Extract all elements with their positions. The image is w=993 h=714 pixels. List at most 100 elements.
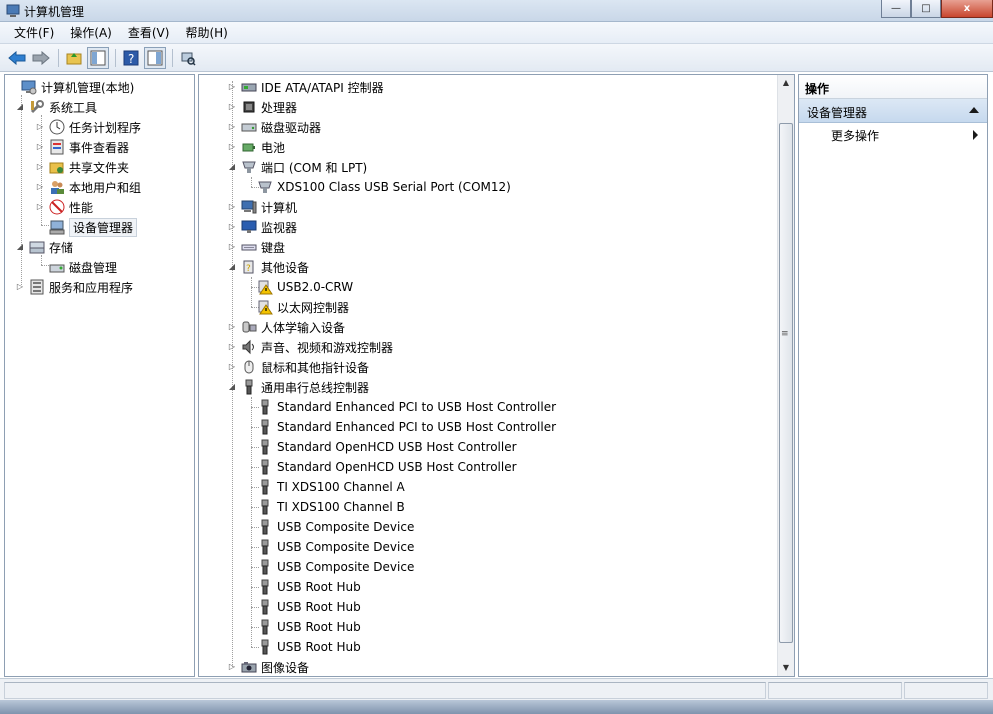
collapsed-arrow-icon[interactable]: ▷ xyxy=(35,182,45,192)
tree-item-event-viewer[interactable]: ▷ 事件查看器 xyxy=(35,137,129,157)
tree-item-system-tools[interactable]: ◢ 系统工具 xyxy=(15,97,97,117)
device-item[interactable]: 以太网控制器 xyxy=(257,297,349,317)
scrollbar-thumb[interactable] xyxy=(779,123,793,643)
svg-text:?: ? xyxy=(128,52,134,66)
collapsed-arrow-icon[interactable]: ▷ xyxy=(35,142,45,152)
collapsed-arrow-icon[interactable]: ▷ xyxy=(227,142,237,152)
device-category[interactable]: ▷ 磁盘驱动器 xyxy=(227,117,321,137)
device-item[interactable]: XDS100 Class USB Serial Port (COM12) xyxy=(257,177,511,197)
device-category[interactable]: ▷ 电池 xyxy=(227,137,285,157)
tree-item-performance[interactable]: ▷ 性能 xyxy=(35,197,93,217)
expanded-arrow-icon[interactable]: ◢ xyxy=(15,102,25,112)
tree-item-storage[interactable]: ◢ 存储 xyxy=(15,237,73,257)
collapsed-arrow-icon[interactable]: ▷ xyxy=(227,322,237,332)
back-button[interactable] xyxy=(6,47,28,69)
device-category[interactable]: ▷ IDE ATA/ATAPI 控制器 xyxy=(227,77,384,97)
clock-icon xyxy=(49,119,65,135)
collapsed-arrow-icon[interactable]: ▷ xyxy=(227,122,237,132)
device-label: 人体学输入设备 xyxy=(261,320,346,335)
tree-item-shared-folders[interactable]: ▷ 共享文件夹 xyxy=(35,157,129,177)
tree-item-local-users-groups[interactable]: ▷ 本地用户和组 xyxy=(35,177,141,197)
device-category[interactable]: ▷ 图像设备 xyxy=(227,657,309,676)
device-item[interactable]: USB Root Hub xyxy=(257,597,361,617)
collapsed-arrow-icon[interactable]: ▷ xyxy=(15,282,25,292)
up-one-level-button[interactable] xyxy=(63,47,85,69)
device-item[interactable]: USB Root Hub xyxy=(257,617,361,637)
usb-icon xyxy=(257,459,273,475)
device-item[interactable]: Standard Enhanced PCI to USB Host Contro… xyxy=(257,417,556,437)
tree-item-task-scheduler[interactable]: ▷ 任务计划程序 xyxy=(35,117,141,137)
expanded-arrow-icon[interactable]: ◢ xyxy=(227,262,237,272)
device-item[interactable]: USB Composite Device xyxy=(257,537,414,557)
device-category[interactable]: ◢ 通用串行总线控制器 xyxy=(227,377,369,397)
device-tree-pane[interactable]: ▷ IDE ATA/ATAPI 控制器 ▷ 处理器 ▷ 磁盘驱动器 ▷ 电池 ◢ 端口 (COM … xyxy=(198,74,795,677)
device-item[interactable]: TI XDS100 Channel B xyxy=(257,497,405,517)
collapse-up-arrow-icon[interactable] xyxy=(969,107,979,113)
scroll-down-arrow-icon[interactable]: ▼ xyxy=(778,660,794,676)
device-category[interactable]: ▷ 鼠标和其他指针设备 xyxy=(227,357,369,377)
tree-item-computer-management[interactable]: 计算机管理(本地) xyxy=(7,77,134,97)
scan-hardware-button[interactable] xyxy=(177,47,199,69)
collapsed-arrow-icon[interactable]: ▷ xyxy=(227,242,237,252)
forward-button[interactable] xyxy=(30,47,52,69)
show-hide-action-pane-button[interactable] xyxy=(144,46,166,69)
menu-help[interactable]: 帮助(H) xyxy=(179,22,233,43)
minimize-button[interactable]: — xyxy=(881,0,911,18)
device-item[interactable]: USB Composite Device xyxy=(257,517,414,537)
usb-icon xyxy=(257,619,273,635)
more-actions-item[interactable]: 更多操作 xyxy=(799,125,987,145)
close-button[interactable]: x xyxy=(941,0,993,18)
scroll-up-arrow-icon[interactable]: ▲ xyxy=(778,75,794,91)
device-category[interactable]: ▷ 人体学输入设备 xyxy=(227,317,345,337)
device-item[interactable]: USB Root Hub xyxy=(257,637,361,657)
usb-icon xyxy=(257,479,273,495)
device-category[interactable]: ▷ 监视器 xyxy=(227,217,297,237)
device-label: Standard Enhanced PCI to USB Host Contro… xyxy=(277,400,557,414)
collapsed-arrow-icon[interactable]: ▷ xyxy=(227,82,237,92)
show-hide-console-tree-button[interactable] xyxy=(87,46,109,69)
maximize-button[interactable]: □ xyxy=(911,0,941,18)
collapsed-arrow-icon[interactable]: ▷ xyxy=(227,662,237,672)
device-category[interactable]: ▷ 声音、视频和游戏控制器 xyxy=(227,337,393,357)
usb-icon xyxy=(257,559,273,575)
collapsed-arrow-icon[interactable]: ▷ xyxy=(227,202,237,212)
device-category[interactable]: ▷ 计算机 xyxy=(227,197,297,217)
device-category[interactable]: ▷ 键盘 xyxy=(227,237,285,257)
device-item[interactable]: USB Composite Device xyxy=(257,557,414,577)
forward-arrow-icon xyxy=(32,50,50,65)
tree-item-device-manager[interactable]: 设备管理器 xyxy=(35,217,138,237)
tree-item-services-applications[interactable]: ▷ 服务和应用程序 xyxy=(15,277,133,297)
device-label: XDS100 Class USB Serial Port (COM12) xyxy=(277,180,511,194)
expanded-arrow-icon[interactable]: ◢ xyxy=(15,242,25,252)
collapsed-arrow-icon[interactable]: ▷ xyxy=(35,122,45,132)
device-category[interactable]: ◢? 其他设备 xyxy=(227,257,309,277)
actions-section-device-manager[interactable]: 设备管理器 xyxy=(799,99,987,123)
device-category[interactable]: ◢ 端口 (COM 和 LPT) xyxy=(227,157,367,177)
tree-item-disk-management[interactable]: 磁盘管理 xyxy=(35,257,117,277)
collapsed-arrow-icon[interactable]: ▷ xyxy=(227,362,237,372)
device-category[interactable]: ▷ 处理器 xyxy=(227,97,297,117)
device-label: TI XDS100 Channel A xyxy=(277,480,405,494)
console-tree-pane[interactable]: 计算机管理(本地) ◢ 系统工具 ▷ 任务计划程序 ▷ 事件查看器 ▷ 共享文件… xyxy=(4,74,195,677)
vertical-scrollbar[interactable]: ▲ ≡ ▼ xyxy=(777,75,794,676)
expanded-arrow-icon[interactable]: ◢ xyxy=(227,162,237,172)
device-label: TI XDS100 Channel B xyxy=(277,500,405,514)
menu-view[interactable]: 查看(V) xyxy=(122,22,176,43)
device-item[interactable]: USB2.0-CRW xyxy=(257,277,353,297)
device-item[interactable]: Standard OpenHCD USB Host Controller xyxy=(257,457,517,477)
collapsed-arrow-icon[interactable]: ▷ xyxy=(227,102,237,112)
menu-action[interactable]: 操作(A) xyxy=(64,22,118,43)
show-hide-action-pane-icon xyxy=(147,50,163,65)
device-item[interactable]: Standard OpenHCD USB Host Controller xyxy=(257,437,517,457)
help-button[interactable]: ? xyxy=(120,47,142,69)
collapsed-arrow-icon[interactable]: ▷ xyxy=(35,202,45,212)
menu-file[interactable]: 文件(F) xyxy=(8,22,60,43)
device-label: 键盘 xyxy=(261,240,286,255)
collapsed-arrow-icon[interactable]: ▷ xyxy=(227,222,237,232)
expanded-arrow-icon[interactable]: ◢ xyxy=(227,382,237,392)
collapsed-arrow-icon[interactable]: ▷ xyxy=(227,342,237,352)
device-item[interactable]: Standard Enhanced PCI to USB Host Contro… xyxy=(257,397,556,417)
device-item[interactable]: USB Root Hub xyxy=(257,577,361,597)
device-item[interactable]: TI XDS100 Channel A xyxy=(257,477,405,497)
collapsed-arrow-icon[interactable]: ▷ xyxy=(35,162,45,172)
